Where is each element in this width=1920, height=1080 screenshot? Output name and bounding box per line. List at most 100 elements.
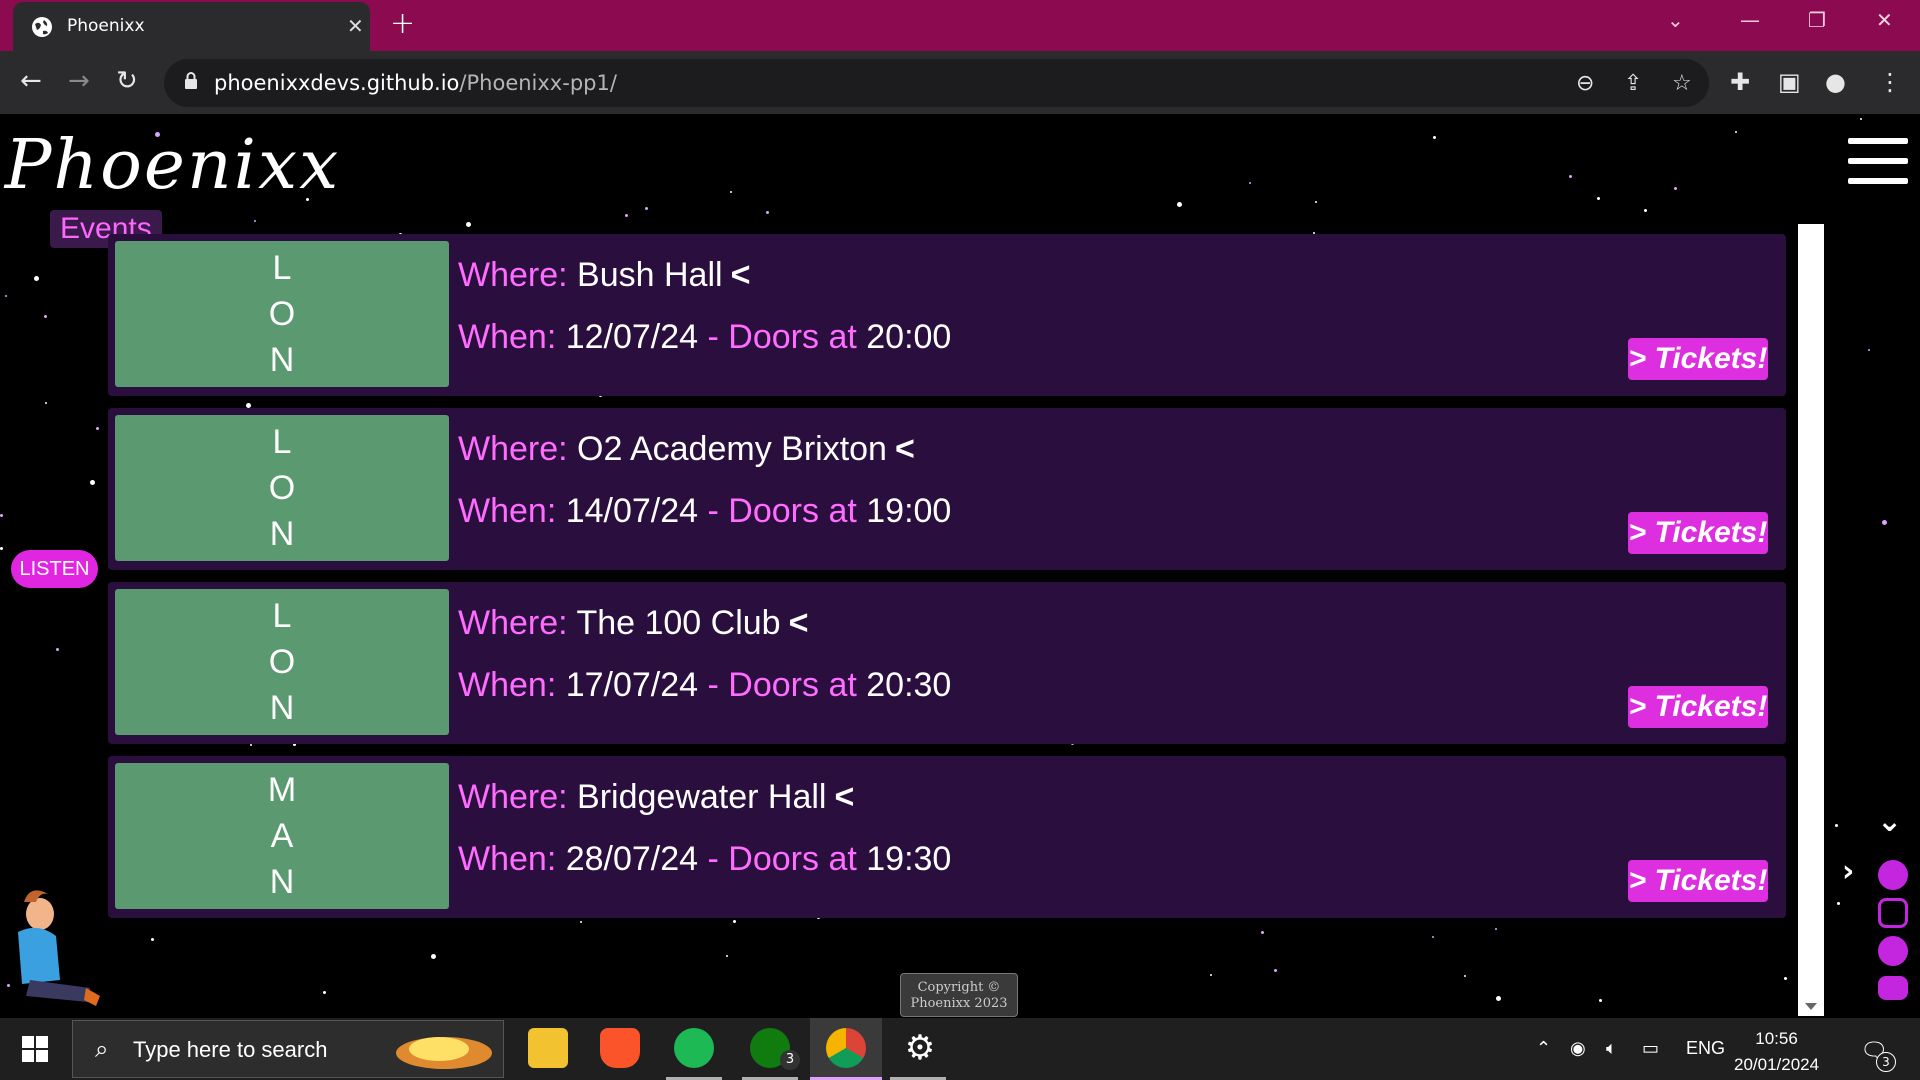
events-list[interactable]: L O N Where: Bush Hall < When: 12/07/24 -… xyxy=(98,226,1788,1016)
city-letter: L xyxy=(272,597,292,635)
chevron-right-icon: > xyxy=(1628,864,1655,897)
tickets-button[interactable]: > Tickets! xyxy=(1628,860,1768,902)
youtube-icon[interactable] xyxy=(1878,976,1908,1000)
chevron-left-icon[interactable]: < xyxy=(895,430,915,468)
minimize-button[interactable]: — xyxy=(1740,8,1760,32)
close-window-button[interactable]: ✕ xyxy=(1876,8,1893,32)
when-label: When: xyxy=(458,318,557,356)
chevron-left-icon[interactable]: < xyxy=(835,778,855,816)
spotify-app-icon[interactable] xyxy=(674,1028,714,1068)
globe-icon xyxy=(32,17,52,37)
event-where: Where: Bridgewater Hall < xyxy=(458,778,854,817)
tickets-button[interactable]: > Tickets! xyxy=(1628,512,1768,554)
spotify-icon[interactable] xyxy=(1878,860,1908,890)
city-letter: O xyxy=(268,643,296,681)
facebook-icon[interactable] xyxy=(1878,936,1908,966)
brave-browser-icon[interactable] xyxy=(600,1028,640,1068)
volume-icon[interactable]: 🔈︎ xyxy=(1606,1038,1617,1059)
copyright-line: Phoenixx 2023 xyxy=(910,996,1008,1011)
events-scrollbar[interactable] xyxy=(1798,224,1824,1016)
chevron-up-icon[interactable]: ⌃ xyxy=(1536,1038,1551,1059)
star-dot xyxy=(1249,182,1251,184)
forward-arrow-icon[interactable]: → xyxy=(68,66,90,96)
file-explorer-icon[interactable] xyxy=(528,1028,568,1068)
notification-badge: 3 xyxy=(1876,1052,1896,1072)
star-dot xyxy=(1837,902,1840,905)
chrome-app-icon[interactable] xyxy=(826,1028,866,1068)
star-dot xyxy=(1882,520,1887,525)
doors-label: - Doors at xyxy=(707,492,857,530)
city-letter: O xyxy=(268,469,296,507)
web-page: Phoenixx Events LISTEN L O N Where: Bush… xyxy=(0,114,1920,1018)
zoom-icon[interactable]: ⊖ xyxy=(1576,71,1594,96)
new-tab-button[interactable]: + xyxy=(390,6,415,41)
chevron-left-icon[interactable]: < xyxy=(789,604,809,642)
tickets-label: Tickets! xyxy=(1654,864,1768,897)
tab-title: Phoenixx xyxy=(67,16,145,36)
star-dot xyxy=(645,207,648,210)
chevron-down-icon[interactable]: ⌄ xyxy=(1877,804,1902,839)
chevron-left-icon[interactable]: < xyxy=(731,256,751,294)
doors-label: - Doors at xyxy=(707,666,857,704)
network-icon[interactable]: ▭ xyxy=(1642,1038,1659,1059)
doors-label: - Doors at xyxy=(707,840,857,878)
city-letter: N xyxy=(269,515,295,553)
event-date: 28/07/24 xyxy=(565,840,699,878)
extensions-icon[interactable]: ✚ xyxy=(1730,68,1750,96)
city-tile: L O N xyxy=(115,241,449,387)
reload-icon[interactable]: ↻ xyxy=(116,66,138,96)
star-dot xyxy=(56,648,59,651)
browser-tab-bar: Phoenixx ✕ + ⌄ — ❐ ✕ xyxy=(0,0,1920,51)
event-where: Where: Bush Hall < xyxy=(458,256,750,295)
xbox-badge: 3 xyxy=(780,1050,800,1070)
share-icon[interactable]: ⇪ xyxy=(1624,71,1642,96)
browser-toolbar: ← → ↻ phoenixxdevs.github.io/Phoenixx-pp… xyxy=(0,51,1920,114)
bookmark-star-icon[interactable]: ☆ xyxy=(1672,71,1692,96)
star-dot xyxy=(1315,201,1317,203)
star-dot xyxy=(1644,209,1647,212)
scroll-down-arrow-icon[interactable] xyxy=(1805,1003,1817,1010)
hamburger-menu-icon[interactable] xyxy=(1848,138,1908,190)
chevron-right-icon: > xyxy=(1628,342,1655,375)
address-bar[interactable]: phoenixxdevs.github.io/Phoenixx-pp1/ ⊖ ⇪… xyxy=(164,59,1709,107)
event-card: L O N Where: Bush Hall < When: 12/07/24 -… xyxy=(108,234,1786,396)
event-when: When: 17/07/24 - Doors at 20:30 xyxy=(458,666,951,705)
star-dot xyxy=(254,220,256,222)
star-dot xyxy=(1868,349,1870,351)
tickets-button[interactable]: > Tickets! xyxy=(1628,338,1768,380)
event-when: When: 14/07/24 - Doors at 19:00 xyxy=(458,492,951,531)
windows-start-icon[interactable] xyxy=(22,1036,48,1062)
steam-tray-icon[interactable]: ◉ xyxy=(1570,1038,1586,1059)
restore-button[interactable]: ❐ xyxy=(1808,8,1826,32)
site-logo[interactable]: Phoenixx xyxy=(5,126,341,205)
event-date: 12/07/24 xyxy=(565,318,699,356)
star-dot xyxy=(730,191,732,193)
back-arrow-icon[interactable]: ← xyxy=(20,66,42,96)
profile-icon[interactable]: ● xyxy=(1825,68,1846,96)
system-clock[interactable]: 10:56 20/01/2024 xyxy=(1734,1026,1819,1078)
city-letter: L xyxy=(272,249,292,287)
doors-label: - Doors at xyxy=(707,318,857,356)
tickets-label: Tickets! xyxy=(1654,690,1768,723)
listen-button[interactable]: LISTEN xyxy=(11,550,98,588)
side-panel-icon[interactable]: ▣ xyxy=(1778,68,1801,96)
venue-name: Bridgewater Hall xyxy=(577,778,827,816)
tickets-button[interactable]: > Tickets! xyxy=(1628,686,1768,728)
city-letter: O xyxy=(268,295,296,333)
city-tile: M A N xyxy=(115,763,449,909)
event-date: 17/07/24 xyxy=(565,666,699,704)
menu-kebab-icon[interactable]: ⋮ xyxy=(1878,68,1902,96)
star-dot xyxy=(1177,202,1182,207)
star-dot xyxy=(1569,175,1572,178)
event-date: 14/07/24 xyxy=(565,492,699,530)
language-indicator[interactable]: ENG xyxy=(1686,1038,1725,1059)
settings-gear-icon[interactable]: ⚙ xyxy=(900,1028,940,1068)
event-where: Where: O2 Academy Brixton < xyxy=(458,430,915,469)
tab-search-icon[interactable]: ⌄ xyxy=(1667,8,1684,32)
taskbar-search-box[interactable]: ⌕ Type here to search xyxy=(72,1020,504,1078)
close-tab-icon[interactable]: ✕ xyxy=(347,14,364,38)
chevron-right-icon[interactable]: › xyxy=(1842,854,1854,889)
instagram-icon[interactable] xyxy=(1878,898,1908,928)
browser-tab[interactable]: Phoenixx ✕ xyxy=(13,2,370,51)
url-host: phoenixxdevs.github.io xyxy=(214,71,460,95)
